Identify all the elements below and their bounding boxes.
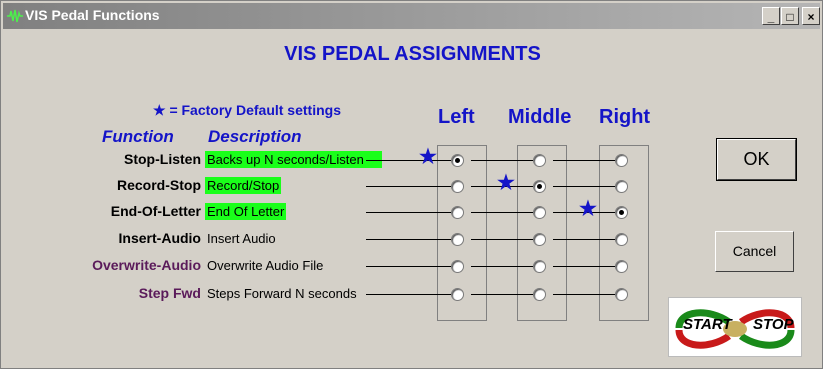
default-star-icon: ★ xyxy=(579,198,597,220)
radio-left[interactable] xyxy=(451,260,464,273)
radio-left[interactable] xyxy=(451,180,464,193)
column-header-right: Right xyxy=(599,106,651,128)
connector-line xyxy=(471,160,535,161)
radio-selected-dot xyxy=(619,210,624,215)
function-label: Overwrite-Audio xyxy=(92,257,201,273)
minimize-button[interactable]: _ xyxy=(762,7,780,25)
radio-left[interactable] xyxy=(451,233,464,246)
description-header: Description xyxy=(208,127,302,146)
function-label: End-Of-Letter xyxy=(110,203,201,219)
radio-middle[interactable] xyxy=(533,233,546,246)
connector-line xyxy=(366,160,453,161)
connector-line xyxy=(471,239,535,240)
radio-right[interactable] xyxy=(615,180,628,193)
radio-right[interactable] xyxy=(615,260,628,273)
column-header-middle: Middle xyxy=(508,106,572,128)
function-label: Stop-Listen xyxy=(124,151,201,167)
connector-line xyxy=(553,186,617,187)
maximize-button[interactable]: □ xyxy=(781,7,799,25)
radio-middle[interactable] xyxy=(533,180,546,193)
radio-middle[interactable] xyxy=(533,154,546,167)
connector-line xyxy=(366,212,453,213)
description-label: Record/Stop xyxy=(205,177,282,194)
connector-line xyxy=(471,266,535,267)
radio-middle[interactable] xyxy=(533,288,546,301)
radio-selected-dot xyxy=(455,158,460,163)
description-label: End Of Letter xyxy=(205,203,287,220)
title-bar[interactable]: VIS Pedal Functions _ □ × xyxy=(3,3,820,29)
window-title: VIS Pedal Functions xyxy=(25,7,160,23)
function-header: Function xyxy=(102,127,174,146)
connector-line xyxy=(366,239,453,240)
default-star-icon: ★ xyxy=(419,146,437,168)
default-legend: ★ = Factory Default settings xyxy=(153,102,341,118)
radio-right[interactable] xyxy=(615,233,628,246)
radio-left[interactable] xyxy=(451,154,464,167)
radio-left[interactable] xyxy=(451,206,464,219)
description-label: Overwrite Audio File xyxy=(207,258,324,273)
connector-line xyxy=(553,266,617,267)
connector-line xyxy=(471,212,535,213)
connector-line xyxy=(366,186,453,187)
waveform-icon xyxy=(7,9,23,23)
cancel-button[interactable]: Cancel xyxy=(715,231,794,272)
description-label: Backs up N seconds/Listen — xyxy=(205,151,383,168)
column-header-left: Left xyxy=(438,106,475,128)
ok-button[interactable]: OK xyxy=(716,138,797,181)
connector-line xyxy=(471,294,535,295)
connector-line xyxy=(553,294,617,295)
radio-right[interactable] xyxy=(615,206,628,219)
function-label: Insert-Audio xyxy=(118,230,201,246)
connector-line xyxy=(366,294,453,295)
logo-start-text: START xyxy=(683,316,732,333)
dialog-window: VIS Pedal Functions _ □ × VIS PEDAL ASSI… xyxy=(0,0,823,369)
connector-line xyxy=(553,239,617,240)
connector-line xyxy=(553,160,617,161)
page-title: VIS PEDAL ASSIGNMENTS xyxy=(284,43,541,65)
description-label: Insert Audio xyxy=(207,231,276,246)
radio-middle[interactable] xyxy=(533,260,546,273)
start-stop-logo: START STOP xyxy=(668,297,802,357)
logo-stop-text: STOP xyxy=(753,316,794,333)
description-label: Steps Forward N seconds xyxy=(207,286,357,301)
connector-line xyxy=(366,266,453,267)
function-label: Record-Stop xyxy=(117,177,201,193)
radio-right[interactable] xyxy=(615,154,628,167)
close-button[interactable]: × xyxy=(802,7,820,25)
radio-selected-dot xyxy=(537,184,542,189)
function-label: Step Fwd xyxy=(138,285,201,301)
radio-right[interactable] xyxy=(615,288,628,301)
radio-left[interactable] xyxy=(451,288,464,301)
default-star-icon: ★ xyxy=(497,172,515,194)
radio-middle[interactable] xyxy=(533,206,546,219)
